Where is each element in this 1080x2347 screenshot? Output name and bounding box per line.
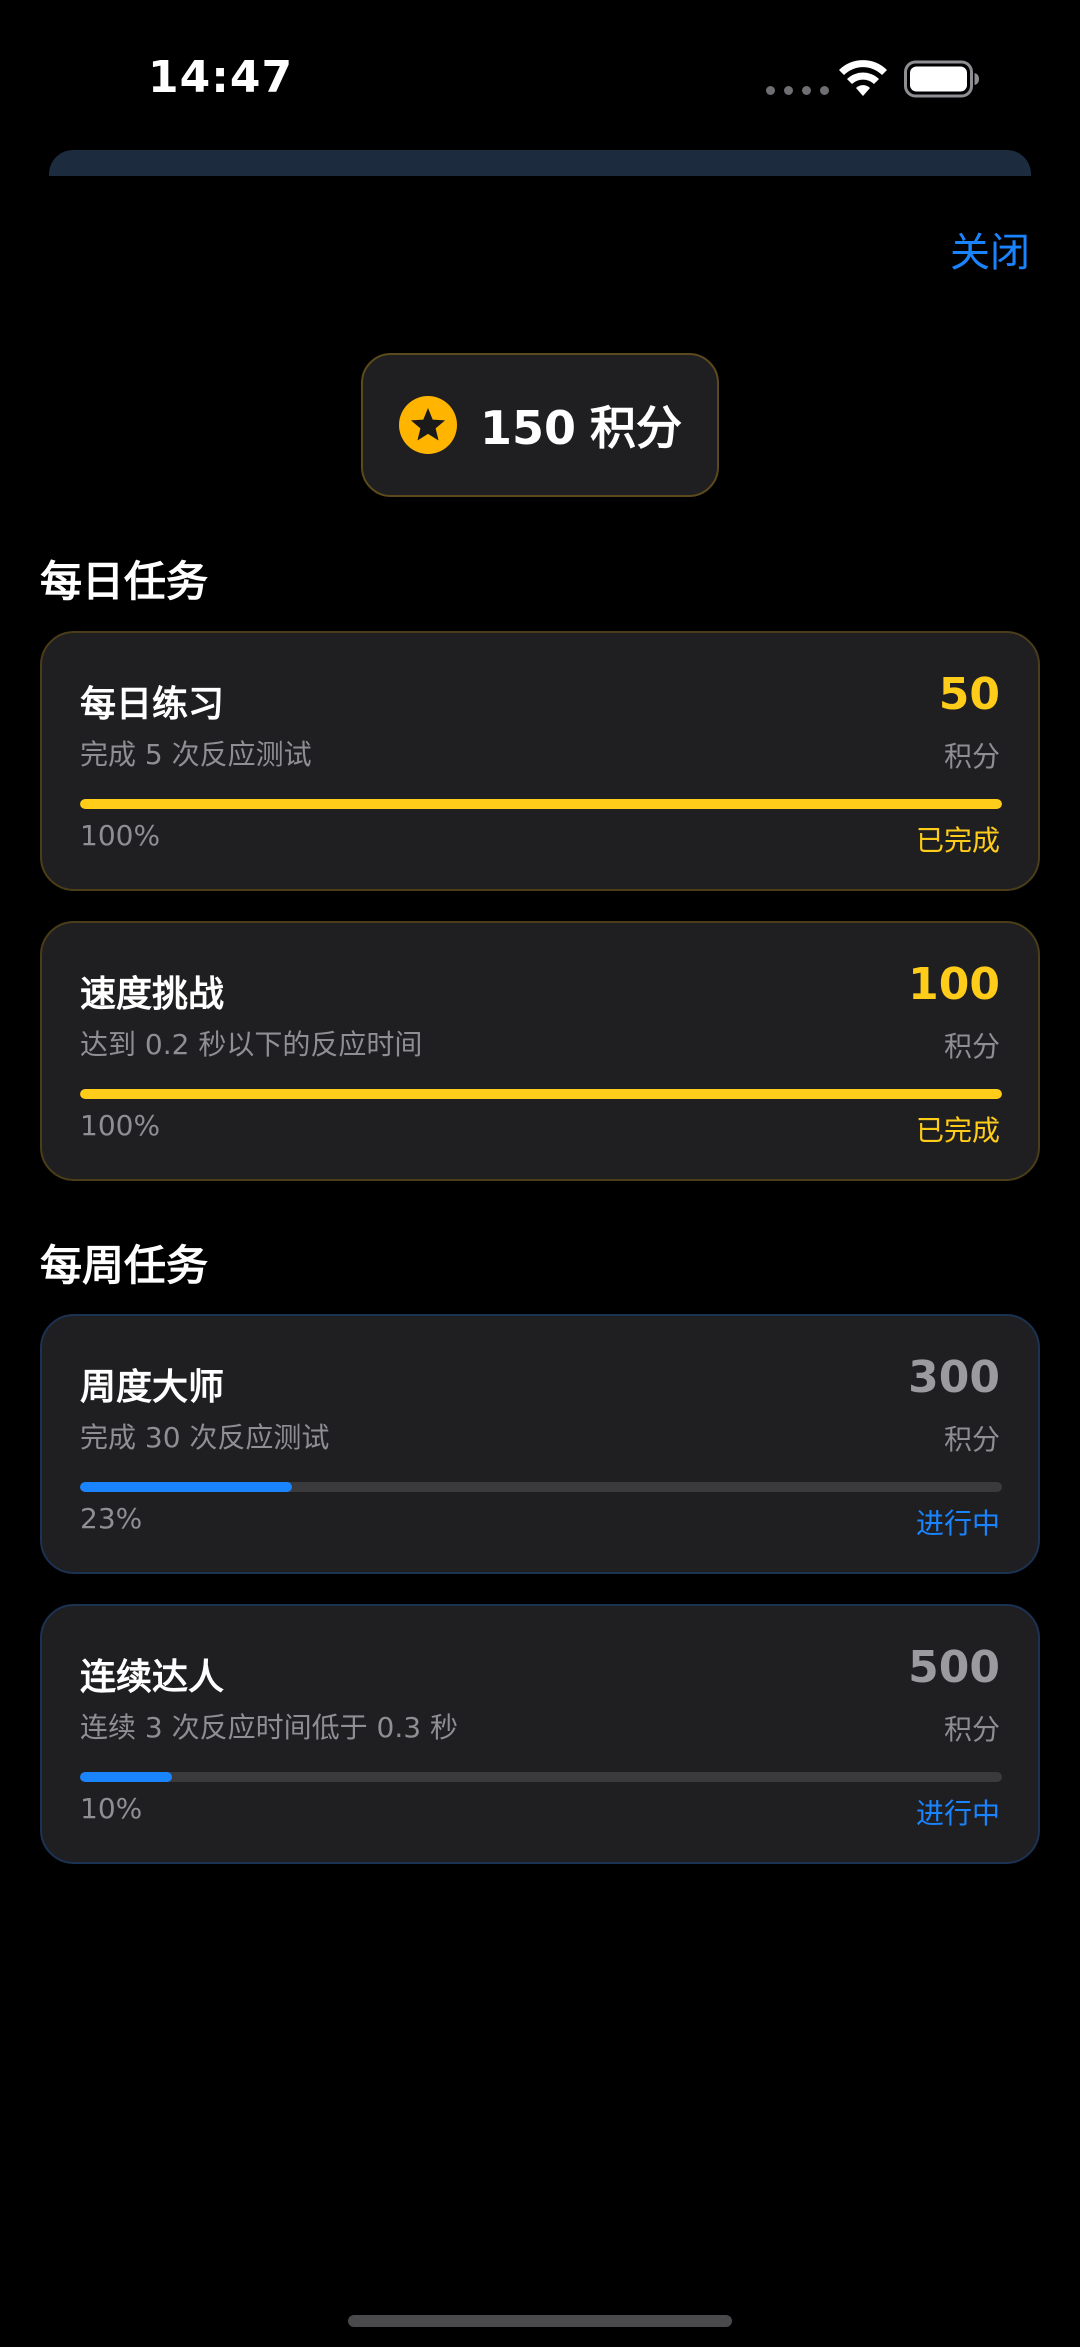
- task-progress-label: 23%: [80, 1502, 143, 1535]
- task-progress-bar: [80, 1772, 1002, 1782]
- task-progress-bar: [80, 1089, 1002, 1099]
- task-reward: 500: [908, 1642, 1000, 1693]
- task-progress-label: 100%: [80, 1109, 161, 1142]
- task-status: 进行中: [915, 1797, 1000, 1830]
- points-unit: 积分: [590, 401, 683, 455]
- task-progress-fill: [80, 1482, 293, 1492]
- task-title: 周度大师: [80, 1367, 225, 1408]
- task-progress-bar: [80, 799, 1002, 809]
- task-status: 已完成: [915, 824, 1000, 857]
- task-card[interactable]: 速度挑战 达到 0.2 秒以下的反应时间 100 积分 100% 已完成: [40, 921, 1040, 1181]
- signal-icon: [766, 86, 829, 95]
- star-icon: [398, 396, 457, 454]
- task-reward: 100: [908, 959, 1000, 1010]
- task-card[interactable]: 周度大师 完成 30 次反应测试 300 积分 23% 进行中: [40, 1314, 1040, 1574]
- sheet-background-edge: [49, 150, 1031, 176]
- home-indicator[interactable]: [348, 2315, 732, 2327]
- task-description: 达到 0.2 秒以下的反应时间: [80, 1028, 423, 1061]
- points-label: 150 积分: [480, 392, 682, 458]
- task-description: 连续 3 次反应时间低于 0.3 秒: [80, 1711, 458, 1744]
- task-reward-unit: 积分: [943, 1713, 1000, 1746]
- task-status: 已完成: [915, 1114, 1000, 1147]
- task-status: 进行中: [915, 1507, 1000, 1540]
- points-balance: 150 积分: [361, 353, 719, 497]
- points-value: 150: [479, 401, 577, 455]
- task-title: 连续达人: [80, 1657, 225, 1698]
- task-progress-label: 10%: [80, 1792, 143, 1825]
- task-reward: 50: [938, 669, 1000, 720]
- task-card[interactable]: 连续达人 连续 3 次反应时间低于 0.3 秒 500 积分 10% 进行中: [40, 1604, 1040, 1864]
- task-reward-unit: 积分: [943, 1423, 1000, 1456]
- wifi-icon: [839, 60, 887, 96]
- task-progress-fill: [80, 1089, 1002, 1099]
- battery-icon: [904, 60, 979, 98]
- task-progress-label: 100%: [80, 819, 161, 852]
- section-title-daily: 每日任务: [40, 557, 209, 606]
- task-description: 完成 30 次反应测试: [80, 1421, 330, 1454]
- task-title: 速度挑战: [80, 974, 225, 1015]
- task-reward-unit: 积分: [943, 1030, 1000, 1063]
- task-progress-bar: [80, 1482, 1002, 1492]
- task-progress-fill: [80, 1772, 173, 1782]
- task-reward: 300: [908, 1352, 1000, 1403]
- task-reward-unit: 积分: [943, 740, 1000, 773]
- close-button[interactable]: 关闭: [950, 220, 1030, 278]
- status-time: 14:47: [148, 52, 294, 103]
- section-title-weekly: 每周任务: [40, 1241, 209, 1290]
- task-description: 完成 5 次反应测试: [80, 738, 312, 771]
- task-progress-fill: [80, 799, 1002, 809]
- task-card[interactable]: 每日练习 完成 5 次反应测试 50 积分 100% 已完成: [40, 631, 1040, 891]
- task-title: 每日练习: [80, 684, 225, 725]
